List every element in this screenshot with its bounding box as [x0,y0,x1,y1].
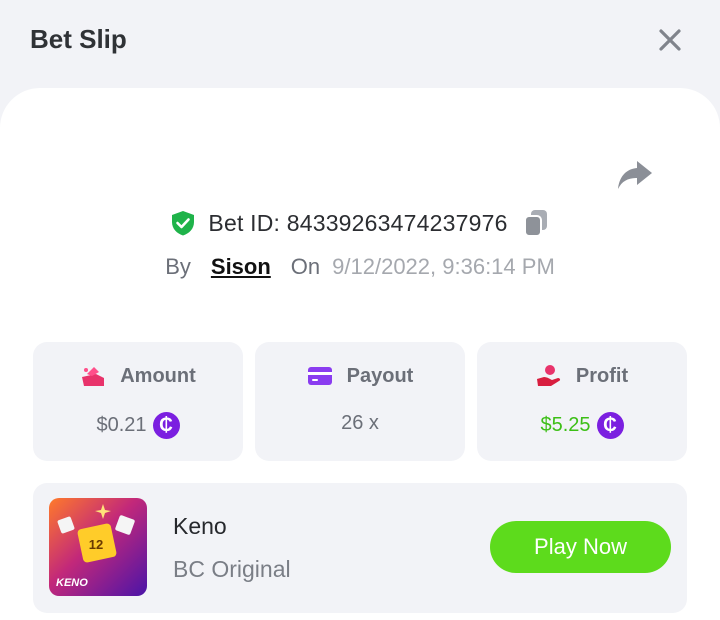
share-icon [618,161,652,189]
payout-value: 26 x [341,412,379,434]
close-button[interactable] [656,26,684,54]
page-title: Bet Slip [30,24,127,54]
profit-value: $5.25 [540,414,591,436]
game-card: 12 KENO Keno BC Original Play Now [33,483,687,613]
profit-label: Profit [575,364,629,387]
share-button[interactable] [616,158,654,192]
keno-thumb-label: KENO [56,577,88,589]
bet-slip-header: Bet Slip [0,0,720,90]
shield-check-icon [172,211,195,236]
game-name: Keno [173,513,227,539]
game-provider: BC Original [173,556,291,582]
on-label: On [290,254,321,279]
copy-button[interactable] [522,208,550,238]
game-thumbnail[interactable]: 12 KENO [49,498,147,596]
credit-card-icon [307,367,332,385]
amount-value: $0.21 [96,414,147,436]
profit-value-row: $5.25 ₵ [477,412,687,439]
payout-label: Payout [346,364,414,387]
amount-label: Amount [120,364,196,387]
play-now-button[interactable]: Play Now [490,521,671,573]
coin-icon: ₵ [596,412,624,439]
amount-value-row: $0.21 ₵ [33,412,243,439]
close-icon [659,29,681,51]
keno-thumb-number: 12 [89,537,103,552]
payout-card: Payout 26 x [255,342,465,461]
payout-value-row: 26 x [255,412,465,435]
hand-coin-icon [536,365,560,386]
by-label: By [165,254,191,279]
payout-header: Payout [255,364,465,388]
bet-id-row: Bet ID: 84339263474237976 [0,205,720,241]
profit-card: Profit $5.25 ₵ [477,342,687,461]
coin-icon: ₵ [152,412,180,439]
bet-datetime: 9/12/2022, 9:36:14 PM [332,254,555,279]
keno-game-image: 12 KENO [49,498,147,596]
copy-icon [523,210,547,237]
amount-header: Amount [33,364,243,388]
bet-meta-row: By Sison On 9/12/2022, 9:36:14 PM [0,250,720,284]
amount-card: Amount $0.21 ₵ [33,342,243,461]
profit-header: Profit [477,364,687,388]
bet-id: Bet ID: 84339263474237976 [208,209,508,236]
username-link[interactable]: Sison [211,254,271,280]
coins-icon [82,367,105,386]
